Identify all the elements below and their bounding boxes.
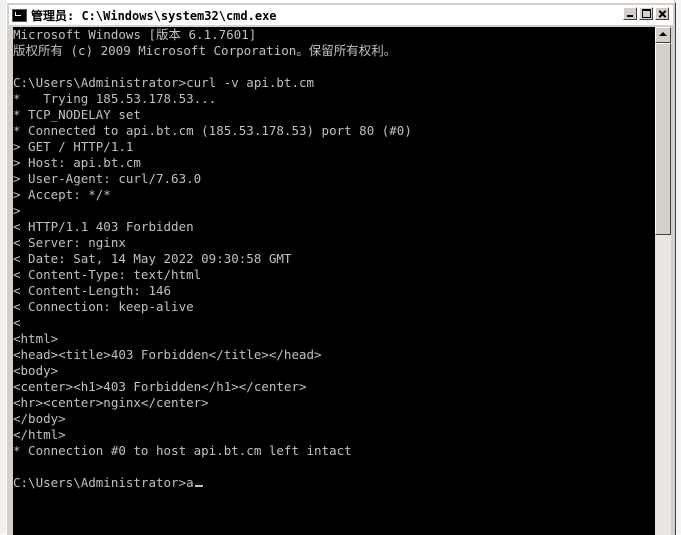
console-line: 版权所有 (c) 2009 Microsoft Corporation。保留所有… [13, 43, 397, 58]
scrollbar-thumb[interactable] [655, 43, 671, 235]
console-line: < Date: Sat, 14 May 2022 09:30:58 GMT [13, 251, 292, 266]
vertical-scrollbar[interactable] [655, 27, 671, 535]
console-line: * Trying 185.53.178.53... [13, 91, 217, 106]
console-line: < Content-Length: 146 [13, 283, 172, 298]
prompt-text: C:\Users\Administrator>a [13, 475, 194, 490]
console-line: C:\Users\Administrator>curl -v api.bt.cm [13, 75, 315, 90]
console-line: > Accept: */* [13, 187, 111, 202]
maximize-button[interactable] [639, 7, 653, 20]
cmd-window: 管理员: C:\Windows\system32\cmd.exe Microso… [6, 2, 676, 535]
scroll-up-arrow-icon[interactable] [655, 27, 671, 43]
console-line: > [13, 203, 21, 218]
window-title: 管理员: C:\Windows\system32\cmd.exe [31, 8, 277, 23]
title-bar[interactable]: 管理员: C:\Windows\system32\cmd.exe [9, 5, 673, 25]
console-line: < Content-Type: text/html [13, 267, 202, 282]
cmd-icon[interactable] [12, 8, 27, 22]
console-line: < HTTP/1.1 403 Forbidden [13, 219, 194, 234]
console-output[interactable]: Microsoft Windows [版本 6.1.7601] 版权所有 (c) … [13, 27, 655, 535]
command-prompt[interactable]: C:\Users\Administrator>a [13, 475, 412, 491]
minimize-button[interactable] [623, 7, 637, 20]
console-line: <html> [13, 331, 59, 346]
console-line: > User-Agent: curl/7.63.0 [13, 171, 202, 186]
console-text: Microsoft Windows [版本 6.1.7601] 版权所有 (c) … [13, 27, 412, 491]
console-line: <body> [13, 363, 59, 378]
text-cursor [194, 485, 203, 487]
console-line: <hr><center>nginx</center> [13, 395, 209, 410]
close-button[interactable] [655, 7, 669, 20]
console-line: < Connection: keep-alive [13, 299, 194, 314]
console-line: Microsoft Windows [版本 6.1.7601] [13, 27, 257, 42]
window-controls [623, 7, 669, 20]
console-line: > Host: api.bt.cm [13, 155, 141, 170]
console-line: < Server: nginx [13, 235, 126, 250]
console-line: * Connected to api.bt.cm (185.53.178.53)… [13, 123, 412, 138]
console-line: <center><h1>403 Forbidden</h1></center> [13, 379, 307, 394]
console-line: < [13, 315, 21, 330]
console-line: * TCP_NODELAY set [13, 107, 141, 122]
console-line: </html> [13, 427, 66, 442]
console-line: * Connection #0 to host api.bt.cm left i… [13, 443, 352, 458]
console-line: > GET / HTTP/1.1 [13, 139, 134, 154]
console-line: </body> [13, 411, 66, 426]
console-line: <head><title>403 Forbidden</title></head… [13, 347, 322, 362]
